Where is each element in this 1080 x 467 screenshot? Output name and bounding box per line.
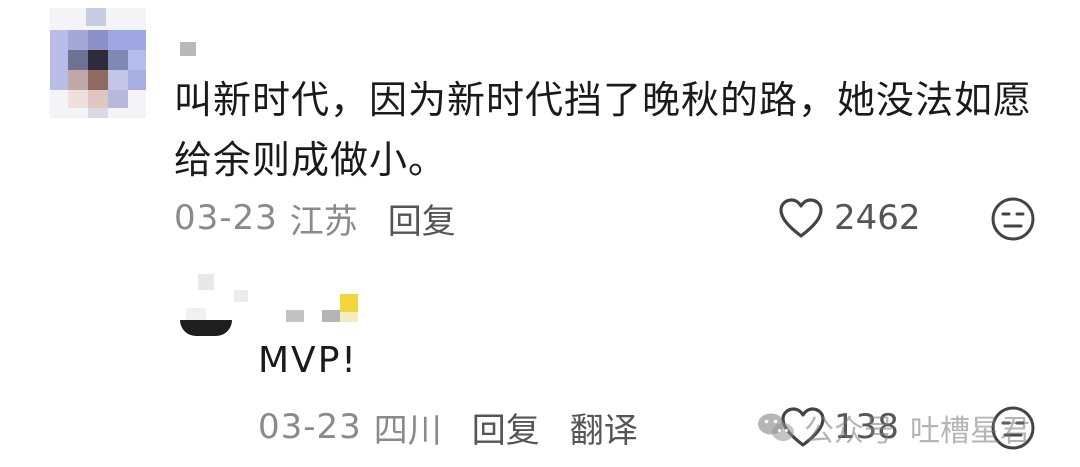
comment-date: 03-23 xyxy=(174,198,278,238)
reply-emoji-reaction-button[interactable] xyxy=(990,405,1036,451)
heart-outline-icon xyxy=(779,198,823,238)
reply-like-button[interactable]: 138 xyxy=(780,404,899,450)
reply-location: 四川 xyxy=(373,410,442,451)
comment-text: 叫新时代，因为新时代挡了晚秋的路，她没法如愿给余则成做小。 xyxy=(174,78,1033,182)
emoji-reaction-button[interactable] xyxy=(990,196,1036,242)
reply-button[interactable]: 回复 xyxy=(388,194,456,243)
reply-text: MVP! xyxy=(258,340,358,381)
reply-reply-button[interactable]: 回复 xyxy=(472,403,540,452)
heart-outline-icon xyxy=(781,407,825,447)
reply-date: 03-23 xyxy=(258,407,362,447)
reply-meta: 03-23 四川 回复 翻译 xyxy=(258,403,638,452)
comment-meta: 03-23 江苏 回复 xyxy=(174,194,456,243)
like-button[interactable]: 2462 xyxy=(778,195,921,241)
translate-button[interactable]: 翻译 xyxy=(570,403,638,452)
neutral-face-icon xyxy=(991,406,1035,450)
like-count: 2462 xyxy=(834,198,921,238)
avatar[interactable] xyxy=(50,8,146,118)
comment-location: 江苏 xyxy=(289,201,358,242)
reply-like-count: 138 xyxy=(834,407,899,447)
neutral-face-icon xyxy=(991,197,1035,241)
reply-avatar[interactable] xyxy=(176,268,236,338)
username-redacted[interactable] xyxy=(180,42,196,56)
